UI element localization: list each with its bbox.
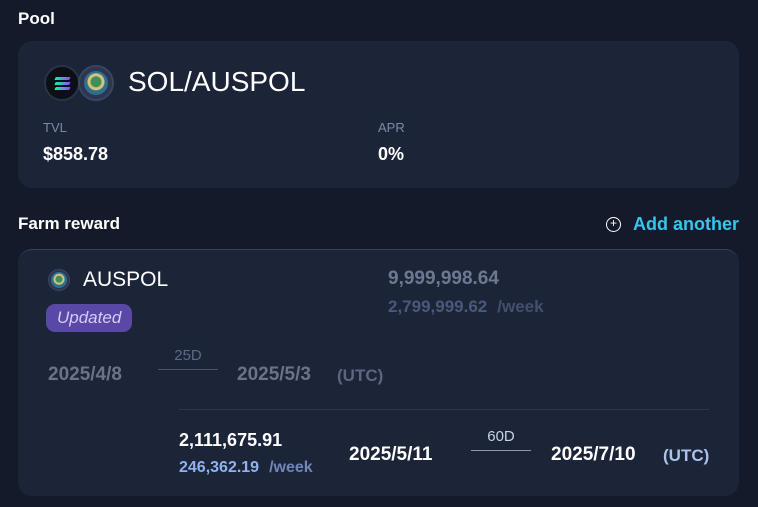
reward-duration-line bbox=[158, 369, 218, 370]
update-weekly-value: 246,362.19 bbox=[179, 459, 260, 476]
reward-duration: 25D bbox=[158, 347, 218, 370]
sol-token-icon bbox=[44, 65, 80, 101]
update-total-amount: 2,111,675.91 bbox=[179, 430, 283, 450]
pool-token-icons bbox=[44, 65, 118, 101]
farm-reward-card: AUSPOL Updated 9,999,998.64 2,799,999.62… bbox=[18, 249, 739, 496]
update-duration: 60D bbox=[471, 428, 531, 451]
plus-circle-icon: + bbox=[606, 217, 621, 232]
auspol-token-icon bbox=[48, 269, 70, 291]
pool-pair-name: SOL/AUSPOL bbox=[128, 66, 306, 97]
reward-total-amount: 9,999,998.64 bbox=[388, 268, 499, 289]
apr-label: APR bbox=[378, 120, 405, 135]
update-end-date: 2025/7/10 bbox=[551, 444, 636, 465]
add-another-label: Add another bbox=[633, 214, 739, 234]
update-weekly-suffix: /week bbox=[269, 459, 313, 476]
add-another-button[interactable]: + Add another bbox=[606, 214, 739, 235]
reward-weekly-amount: 2,799,999.62/week bbox=[388, 297, 544, 317]
farm-section-title: Farm reward bbox=[18, 214, 121, 233]
updated-badge: Updated bbox=[46, 304, 133, 332]
pool-card: SOL/AUSPOL TVL $858.78 APR 0% bbox=[18, 41, 739, 188]
tvl-label: TVL bbox=[43, 120, 67, 135]
update-start-date: 2025/5/11 bbox=[349, 444, 433, 465]
reward-timezone: (UTC) bbox=[337, 366, 384, 385]
update-duration-line bbox=[471, 450, 531, 451]
update-weekly-amount: 246,362.19/week bbox=[179, 459, 313, 477]
reward-duration-label: 25D bbox=[174, 347, 202, 364]
update-timezone: (UTC) bbox=[663, 446, 710, 465]
update-duration-label: 60D bbox=[487, 428, 515, 445]
reward-weekly-value: 2,799,999.62 bbox=[388, 297, 488, 316]
tvl-value: $858.78 bbox=[43, 144, 109, 164]
reward-start-date: 2025/4/8 bbox=[48, 364, 122, 385]
auspol-token-icon bbox=[78, 65, 114, 101]
apr-value: 0% bbox=[378, 144, 405, 164]
reward-token-name: AUSPOL bbox=[83, 268, 169, 291]
update-divider bbox=[179, 409, 709, 410]
pool-section-title: Pool bbox=[18, 9, 55, 28]
reward-end-date: 2025/5/3 bbox=[237, 364, 311, 385]
reward-weekly-suffix: /week bbox=[497, 297, 544, 316]
